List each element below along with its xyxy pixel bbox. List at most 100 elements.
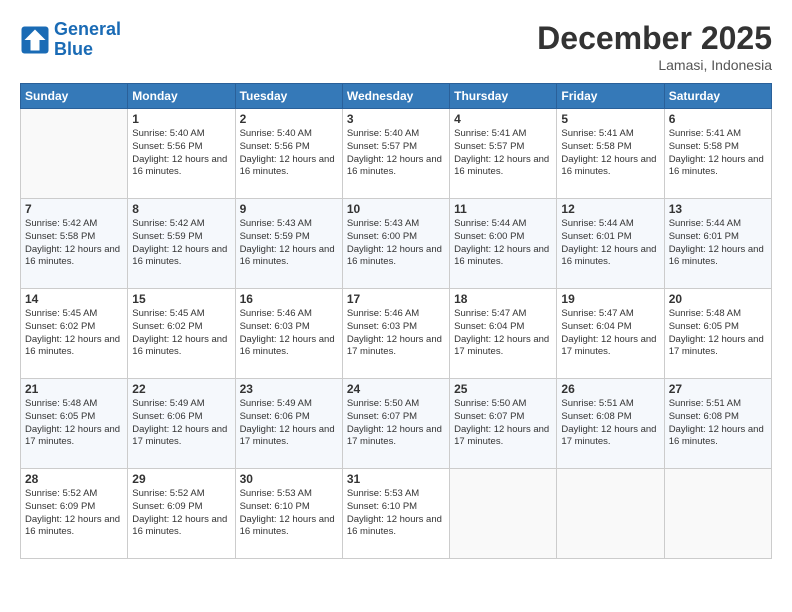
calendar-cell: 9Sunrise: 5:43 AM Sunset: 5:59 PM Daylig… bbox=[235, 199, 342, 289]
day-info: Sunrise: 5:47 AM Sunset: 6:04 PM Dayligh… bbox=[561, 308, 659, 359]
calendar-cell: 20 Sunrise: 5:48 AM Sunset: 6:05 PM Dayli… bbox=[664, 289, 771, 379]
calendar-week-4: 21 Sunrise: 5:48 AM Sunset: 6:05 PM Dayli… bbox=[21, 379, 772, 469]
weekday-monday: Monday bbox=[128, 84, 235, 109]
page-header: General Blue December 2025 Lamasi, Indon… bbox=[20, 20, 772, 73]
day-number: 3 bbox=[347, 112, 445, 126]
day-number: 1 bbox=[132, 112, 230, 126]
day-number: 30 bbox=[240, 472, 338, 486]
calendar-cell: 26 Sunrise: 5:51 AM Sunset: 6:08 PM Dayli… bbox=[557, 379, 664, 469]
day-number: 11 bbox=[454, 202, 552, 216]
day-number: 2 bbox=[240, 112, 338, 126]
calendar-cell: 25Sunrise: 5:50 AM Sunset: 6:07 PM Dayli… bbox=[450, 379, 557, 469]
day-number: 6 bbox=[669, 112, 767, 126]
day-number: 4 bbox=[454, 112, 552, 126]
day-info: Sunrise: 5:44 AM Sunset: 6:00 PM Dayligh… bbox=[454, 218, 552, 269]
day-number: 21 bbox=[25, 382, 123, 396]
calendar-cell: 11 Sunrise: 5:44 AM Sunset: 6:00 PM Dayli… bbox=[450, 199, 557, 289]
day-number: 7 bbox=[25, 202, 123, 216]
calendar-week-1: 1 Sunrise: 5:40 AM Sunset: 5:56 PM Daylig… bbox=[21, 109, 772, 199]
day-info: Sunrise: 5:40 AM Sunset: 5:56 PM Dayligh… bbox=[240, 128, 338, 179]
day-info: Sunrise: 5:41 AM Sunset: 5:57 PM Dayligh… bbox=[454, 128, 552, 179]
day-info: Sunrise: 5:48 AM Sunset: 6:05 PM Dayligh… bbox=[669, 308, 767, 359]
calendar-cell: 29Sunrise: 5:52 AM Sunset: 6:09 PM Dayli… bbox=[128, 469, 235, 559]
day-info: Sunrise: 5:45 AM Sunset: 6:02 PM Dayligh… bbox=[132, 308, 230, 359]
day-number: 23 bbox=[240, 382, 338, 396]
calendar-cell: 27Sunrise: 5:51 AM Sunset: 6:08 PM Dayli… bbox=[664, 379, 771, 469]
weekday-thursday: Thursday bbox=[450, 84, 557, 109]
calendar-cell: 12 Sunrise: 5:44 AM Sunset: 6:01 PM Dayli… bbox=[557, 199, 664, 289]
calendar-cell: 22 Sunrise: 5:49 AM Sunset: 6:06 PM Dayli… bbox=[128, 379, 235, 469]
weekday-saturday: Saturday bbox=[664, 84, 771, 109]
calendar-table: SundayMondayTuesdayWednesdayThursdayFrid… bbox=[20, 83, 772, 559]
day-number: 14 bbox=[25, 292, 123, 306]
calendar-cell bbox=[21, 109, 128, 199]
calendar-cell: 13 Sunrise: 5:44 AM Sunset: 6:01 PM Dayli… bbox=[664, 199, 771, 289]
day-number: 31 bbox=[347, 472, 445, 486]
calendar-cell: 1Sunrise: 5:40 AM Sunset: 5:56 PM Daylig… bbox=[128, 109, 235, 199]
day-info: Sunrise: 5:44 AM Sunset: 6:01 PM Dayligh… bbox=[669, 218, 767, 269]
day-info: Sunrise: 5:49 AM Sunset: 6:06 PM Dayligh… bbox=[132, 398, 230, 449]
calendar-cell: 15 Sunrise: 5:45 AM Sunset: 6:02 PM Dayli… bbox=[128, 289, 235, 379]
calendar-week-5: 28Sunrise: 5:52 AM Sunset: 6:09 PM Dayli… bbox=[21, 469, 772, 559]
day-number: 10 bbox=[347, 202, 445, 216]
calendar-cell: 5 Sunrise: 5:41 AM Sunset: 5:58 PM Daylig… bbox=[557, 109, 664, 199]
weekday-wednesday: Wednesday bbox=[342, 84, 449, 109]
day-info: Sunrise: 5:42 AM Sunset: 5:59 PM Dayligh… bbox=[132, 218, 230, 269]
day-info: Sunrise: 5:51 AM Sunset: 6:08 PM Dayligh… bbox=[561, 398, 659, 449]
day-info: Sunrise: 5:41 AM Sunset: 5:58 PM Dayligh… bbox=[561, 128, 659, 179]
day-number: 8 bbox=[132, 202, 230, 216]
location: Lamasi, Indonesia bbox=[537, 57, 772, 73]
calendar-cell: 10 Sunrise: 5:43 AM Sunset: 6:00 PM Dayli… bbox=[342, 199, 449, 289]
weekday-sunday: Sunday bbox=[21, 84, 128, 109]
calendar-cell: 3 Sunrise: 5:40 AM Sunset: 5:57 PM Daylig… bbox=[342, 109, 449, 199]
day-info: Sunrise: 5:44 AM Sunset: 6:01 PM Dayligh… bbox=[561, 218, 659, 269]
day-number: 22 bbox=[132, 382, 230, 396]
calendar-cell: 8 Sunrise: 5:42 AM Sunset: 5:59 PM Daylig… bbox=[128, 199, 235, 289]
day-number: 20 bbox=[669, 292, 767, 306]
day-number: 18 bbox=[454, 292, 552, 306]
month-title: December 2025 bbox=[537, 20, 772, 57]
day-number: 13 bbox=[669, 202, 767, 216]
day-info: Sunrise: 5:46 AM Sunset: 6:03 PM Dayligh… bbox=[347, 308, 445, 359]
day-info: Sunrise: 5:49 AM Sunset: 6:06 PM Dayligh… bbox=[240, 398, 338, 449]
day-info: Sunrise: 5:52 AM Sunset: 6:09 PM Dayligh… bbox=[25, 488, 123, 539]
calendar-cell: 23 Sunrise: 5:49 AM Sunset: 6:06 PM Dayli… bbox=[235, 379, 342, 469]
calendar-cell: 28Sunrise: 5:52 AM Sunset: 6:09 PM Dayli… bbox=[21, 469, 128, 559]
calendar-cell bbox=[450, 469, 557, 559]
day-info: Sunrise: 5:50 AM Sunset: 6:07 PM Dayligh… bbox=[454, 398, 552, 449]
weekday-header-row: SundayMondayTuesdayWednesdayThursdayFrid… bbox=[21, 84, 772, 109]
calendar-cell: 2 Sunrise: 5:40 AM Sunset: 5:56 PM Daylig… bbox=[235, 109, 342, 199]
weekday-tuesday: Tuesday bbox=[235, 84, 342, 109]
day-info: Sunrise: 5:53 AM Sunset: 6:10 PM Dayligh… bbox=[240, 488, 338, 539]
day-number: 12 bbox=[561, 202, 659, 216]
day-number: 26 bbox=[561, 382, 659, 396]
day-info: Sunrise: 5:43 AM Sunset: 5:59 PM Dayligh… bbox=[240, 218, 338, 269]
day-info: Sunrise: 5:48 AM Sunset: 6:05 PM Dayligh… bbox=[25, 398, 123, 449]
calendar-cell: 7 Sunrise: 5:42 AM Sunset: 5:58 PM Daylig… bbox=[21, 199, 128, 289]
calendar-cell: 4 Sunrise: 5:41 AM Sunset: 5:57 PM Daylig… bbox=[450, 109, 557, 199]
calendar-cell: 6Sunrise: 5:41 AM Sunset: 5:58 PM Daylig… bbox=[664, 109, 771, 199]
day-info: Sunrise: 5:46 AM Sunset: 6:03 PM Dayligh… bbox=[240, 308, 338, 359]
day-info: Sunrise: 5:51 AM Sunset: 6:08 PM Dayligh… bbox=[669, 398, 767, 449]
calendar-cell: 16 Sunrise: 5:46 AM Sunset: 6:03 PM Dayli… bbox=[235, 289, 342, 379]
day-number: 15 bbox=[132, 292, 230, 306]
calendar-cell: 30 Sunrise: 5:53 AM Sunset: 6:10 PM Dayli… bbox=[235, 469, 342, 559]
calendar-cell: 24Sunrise: 5:50 AM Sunset: 6:07 PM Dayli… bbox=[342, 379, 449, 469]
calendar-cell: 19Sunrise: 5:47 AM Sunset: 6:04 PM Dayli… bbox=[557, 289, 664, 379]
day-info: Sunrise: 5:53 AM Sunset: 6:10 PM Dayligh… bbox=[347, 488, 445, 539]
calendar-body: 1 Sunrise: 5:40 AM Sunset: 5:56 PM Daylig… bbox=[21, 109, 772, 559]
calendar-cell bbox=[557, 469, 664, 559]
day-number: 17 bbox=[347, 292, 445, 306]
day-info: Sunrise: 5:45 AM Sunset: 6:02 PM Dayligh… bbox=[25, 308, 123, 359]
calendar-week-3: 14 Sunrise: 5:45 AM Sunset: 6:02 PM Dayli… bbox=[21, 289, 772, 379]
day-info: Sunrise: 5:40 AM Sunset: 5:57 PM Dayligh… bbox=[347, 128, 445, 179]
day-info: Sunrise: 5:43 AM Sunset: 6:00 PM Dayligh… bbox=[347, 218, 445, 269]
calendar-cell bbox=[664, 469, 771, 559]
weekday-friday: Friday bbox=[557, 84, 664, 109]
day-number: 16 bbox=[240, 292, 338, 306]
title-block: December 2025 Lamasi, Indonesia bbox=[537, 20, 772, 73]
day-info: Sunrise: 5:42 AM Sunset: 5:58 PM Dayligh… bbox=[25, 218, 123, 269]
calendar-week-2: 7 Sunrise: 5:42 AM Sunset: 5:58 PM Daylig… bbox=[21, 199, 772, 289]
day-number: 29 bbox=[132, 472, 230, 486]
day-number: 5 bbox=[561, 112, 659, 126]
